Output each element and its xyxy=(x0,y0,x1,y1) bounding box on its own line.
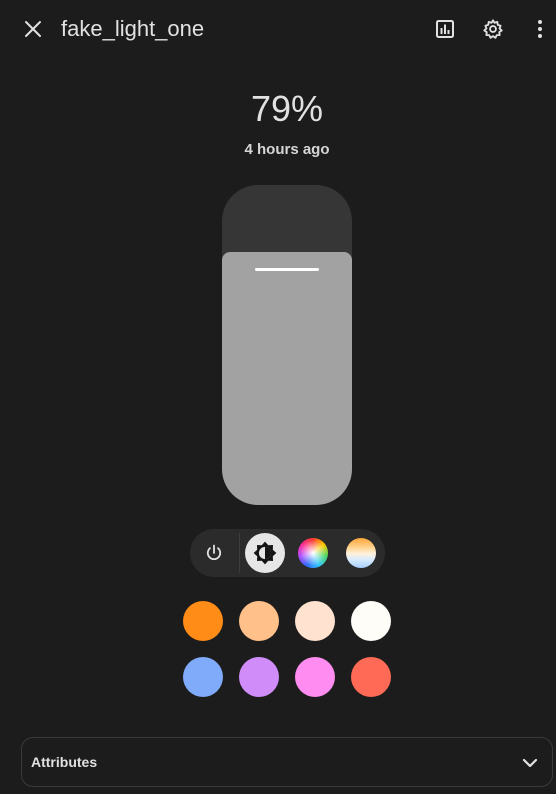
color-preset-5[interactable] xyxy=(183,657,223,697)
color-preset-4[interactable] xyxy=(351,601,391,641)
settings-button[interactable] xyxy=(473,9,513,49)
color-preset-3[interactable] xyxy=(295,601,335,641)
attributes-expander[interactable]: Attributes xyxy=(21,737,553,787)
brightness-value: 79% xyxy=(250,88,324,129)
brightness-mode-button[interactable] xyxy=(245,533,285,573)
power-icon xyxy=(206,544,222,560)
brightness-icon xyxy=(253,541,277,565)
more-options-button[interactable] xyxy=(520,9,556,49)
power-toggle-button[interactable] xyxy=(194,533,234,573)
dots-vertical-icon xyxy=(538,20,542,38)
color-mode-button[interactable] xyxy=(293,533,333,573)
close-button[interactable] xyxy=(13,9,53,49)
last-changed-time: 4 hours ago xyxy=(244,141,330,158)
slider-handle[interactable] xyxy=(255,268,319,271)
gear-icon xyxy=(483,19,503,39)
color-preset-8[interactable] xyxy=(351,657,391,697)
mode-divider xyxy=(239,533,240,573)
color-preset-6[interactable] xyxy=(239,657,279,697)
dialog-header: fake_light_one xyxy=(0,0,556,58)
dialog-title: fake_light_one xyxy=(61,16,205,41)
color-preset-7[interactable] xyxy=(295,657,335,697)
close-icon xyxy=(25,21,41,37)
color-wheel-icon xyxy=(298,538,328,568)
chevron-down-icon xyxy=(522,758,538,768)
color-temperature-mode-button[interactable] xyxy=(341,533,381,573)
chart-bar-icon xyxy=(436,20,454,38)
color-preset-2[interactable] xyxy=(239,601,279,641)
attributes-label: Attributes xyxy=(31,754,98,770)
slider-fill xyxy=(222,252,352,505)
color-preset-1[interactable] xyxy=(183,601,223,641)
brightness-slider[interactable] xyxy=(222,185,352,505)
color-temperature-icon xyxy=(346,538,376,568)
history-button[interactable] xyxy=(425,9,465,49)
